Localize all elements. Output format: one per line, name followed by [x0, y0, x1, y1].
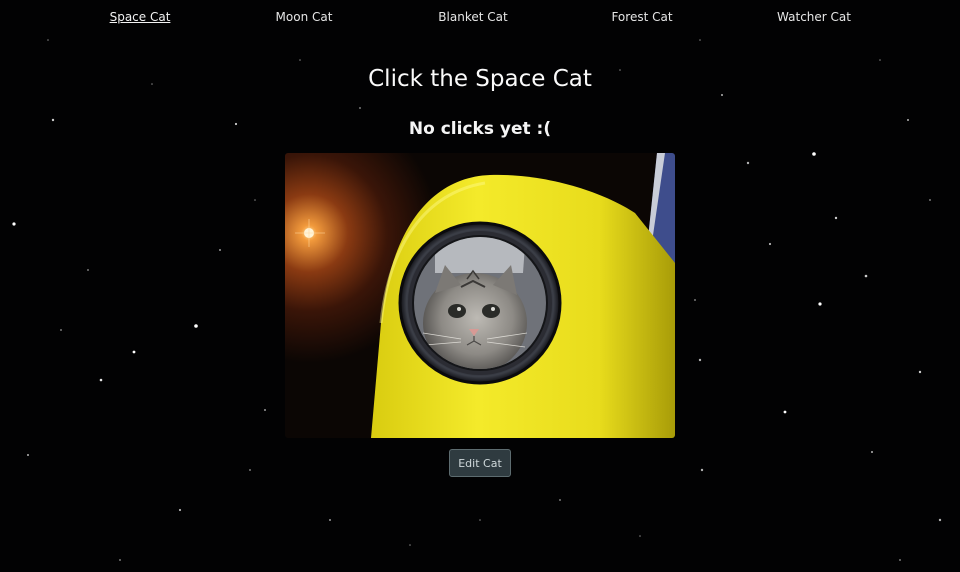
edit-cat-button[interactable]: Edit Cat	[449, 449, 511, 477]
space-cat-image[interactable]	[285, 153, 675, 438]
top-nav: Space Cat Moon Cat Blanket Cat Forest Ca…	[0, 10, 960, 28]
nav-link-moon-cat[interactable]: Moon Cat	[276, 10, 333, 24]
click-count-status: No clicks yet :(	[408, 119, 552, 139]
nav-link-watcher-cat[interactable]: Watcher Cat	[777, 10, 851, 24]
nav-link-forest-cat[interactable]: Forest Cat	[611, 10, 672, 24]
page-background: Space Cat Moon Cat Blanket Cat Forest Ca…	[0, 0, 960, 572]
space-cat-illustration	[285, 153, 675, 438]
nav-link-blanket-cat[interactable]: Blanket Cat	[438, 10, 507, 24]
nav-link-space-cat[interactable]: Space Cat	[110, 10, 171, 24]
page-title: Click the Space Cat	[368, 66, 592, 92]
